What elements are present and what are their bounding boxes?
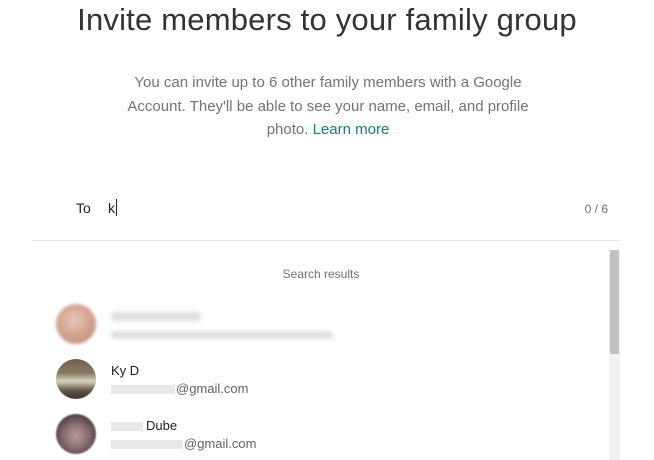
results-scrollbar[interactable] (609, 250, 620, 460)
scrollbar-thumb[interactable] (610, 250, 619, 354)
to-label: To (76, 200, 91, 216)
redacted-email (111, 331, 333, 339)
search-result-item[interactable]: Dube @gmail.com (32, 410, 602, 458)
redacted-email-user (111, 385, 175, 395)
contact-email: @gmail.com (111, 381, 248, 396)
page-title: Invite members to your family group (77, 2, 577, 37)
family-invite-page: Invite members to your family group You … (0, 0, 654, 460)
invite-recipient-field: To 0 / 6 (32, 190, 620, 241)
search-results-header: Search results (282, 267, 360, 281)
avatar (56, 304, 96, 344)
redacted-email-user (111, 440, 183, 450)
contact-name: Dube (111, 418, 177, 433)
redacted-name (111, 312, 201, 321)
search-result-item[interactable] (32, 300, 602, 348)
avatar (56, 414, 96, 454)
member-counter: 0 / 6 (584, 202, 608, 216)
redacted-first-name (111, 422, 143, 432)
contact-email: @gmail.com (111, 436, 256, 451)
learn-more-link[interactable]: Learn more (313, 121, 390, 138)
invite-description: You can invite up to 6 other family memb… (108, 71, 548, 142)
search-results-panel: Search results Ky D @gmail.com Dube @gma… (32, 250, 620, 460)
text-caret (116, 199, 117, 216)
recipient-search-input[interactable] (108, 197, 488, 219)
contact-name: Ky D (111, 363, 140, 378)
avatar (56, 359, 96, 399)
search-result-item[interactable]: Ky D @gmail.com (32, 355, 602, 403)
